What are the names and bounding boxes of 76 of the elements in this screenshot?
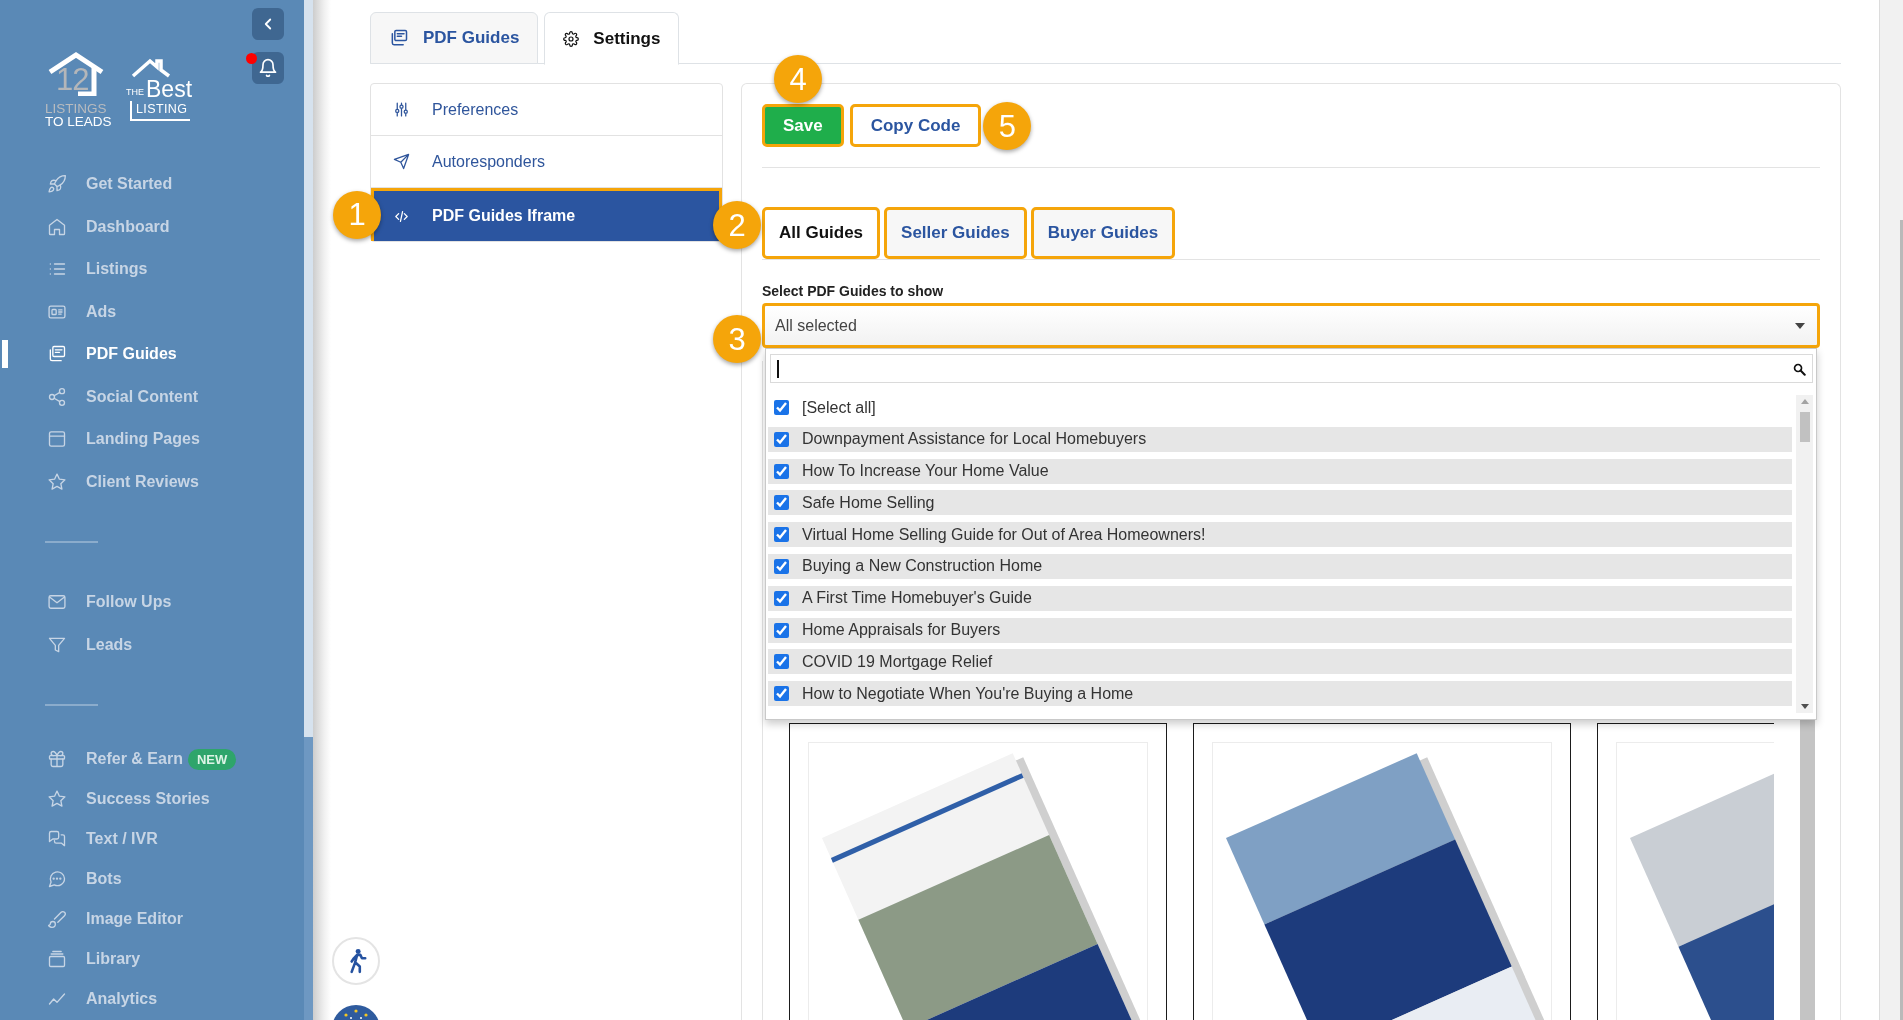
step-marker: 4	[774, 55, 822, 103]
logo-text: Best	[146, 78, 193, 100]
star-icon	[47, 471, 67, 492]
dropdown-option[interactable]: Safe Home Selling	[768, 490, 1792, 516]
notifications-button[interactable]	[252, 52, 284, 84]
dropdown-option[interactable]: Downpayment Assistance for Local Homebuyers	[768, 426, 1792, 452]
bell-icon	[258, 58, 278, 78]
documents-icon	[389, 28, 409, 48]
checkbox[interactable]	[774, 590, 789, 606]
dropdown-scrollbar[interactable]	[1796, 395, 1813, 713]
checkbox[interactable]	[774, 559, 789, 574]
dropdown-option[interactable]: A First Time Homebuyer's Guide	[768, 585, 1792, 611]
tab[interactable]: PDF Guides	[370, 12, 539, 64]
sidebar-scrollbar[interactable]	[304, 0, 313, 1020]
page-scrollbar[interactable]	[1879, 0, 1903, 1020]
dropdown-option[interactable]: How to Negotiate When You're Buying a Home	[768, 681, 1792, 707]
scrollbar-thumb[interactable]	[1799, 412, 1810, 442]
speech-bubble-icon	[47, 869, 67, 889]
guides-select[interactable]: All selected	[762, 303, 1820, 348]
settings-menu-item[interactable]: PDF Guides Iframe	[371, 188, 722, 241]
sliders-icon	[393, 101, 410, 118]
dropdown-option[interactable]: Buying a New Construction Home	[768, 554, 1792, 579]
accessibility-button[interactable]	[332, 937, 380, 985]
checkbox[interactable]	[774, 654, 789, 670]
step-marker: 5	[983, 102, 1032, 150]
brush-icon	[47, 909, 67, 929]
dropdown-option[interactable]: Virtual Home Selling Guide for Out of Area Homeowners!	[768, 522, 1792, 548]
logo-text: THE	[126, 87, 144, 99]
logo-text: LISTING	[130, 101, 191, 121]
search-icon	[1792, 361, 1806, 376]
guide-card[interactable]	[1597, 723, 1774, 1020]
share-icon	[47, 386, 67, 407]
paper-plane-icon	[393, 153, 410, 170]
roof-logo-icon	[130, 56, 172, 78]
dropdown-option[interactable]: COVID 19 Mortgage Relief	[768, 649, 1792, 675]
dropdown-option[interactable]: How To Increase Your Home Value	[768, 458, 1792, 484]
settings-icon	[563, 30, 580, 47]
logo-text: 12	[56, 64, 89, 95]
checkbox[interactable]	[774, 622, 789, 638]
collapse-button[interactable]	[252, 8, 284, 40]
checkbox[interactable]	[774, 495, 789, 511]
step-marker: 2	[713, 201, 761, 249]
checkbox[interactable]	[774, 400, 789, 415]
guide-tab[interactable]: Buyer Guides	[1030, 207, 1176, 259]
tray-icon	[47, 949, 67, 969]
guide-tab[interactable]: All Guides	[762, 207, 881, 259]
checkbox[interactable]	[774, 686, 789, 702]
house-logo-icon	[47, 51, 105, 96]
step-marker: 3	[713, 315, 761, 363]
step-marker: 1	[333, 190, 381, 239]
field-label: Select PDF Guides to show	[762, 283, 945, 300]
sidebar-item[interactable]: PDF Guides	[47, 342, 177, 367]
copy-code-button[interactable]: Copy Code	[849, 104, 982, 147]
tab[interactable]: Settings	[544, 12, 680, 65]
home-icon	[47, 216, 67, 237]
window-icon	[47, 429, 67, 450]
checkbox[interactable]	[774, 431, 789, 447]
new-badge: NEW	[187, 748, 237, 770]
rocket-icon	[47, 174, 67, 195]
star-icon	[47, 789, 67, 809]
guide-card[interactable]	[789, 723, 1167, 1020]
guide-tab[interactable]: Seller Guides	[884, 207, 1027, 259]
chat-bubbles-icon	[47, 829, 67, 849]
checkbox[interactable]	[774, 527, 789, 543]
scroll-down-icon[interactable]	[1800, 703, 1809, 709]
search-field[interactable]	[770, 354, 1813, 383]
stars-badge-icon[interactable]	[332, 1005, 380, 1020]
caret-icon	[1795, 322, 1805, 329]
settings-menu-item[interactable]: Preferences	[371, 84, 722, 136]
active-indicator	[2, 340, 8, 369]
logo-text: TO LEADS	[45, 115, 111, 128]
logo-text: LISTINGS	[45, 102, 108, 115]
checkbox[interactable]	[774, 463, 789, 479]
guide-card[interactable]	[1193, 723, 1571, 1020]
dropdown-option[interactable]: Home Appraisals for Buyers	[768, 617, 1792, 643]
gift-icon	[47, 749, 67, 769]
